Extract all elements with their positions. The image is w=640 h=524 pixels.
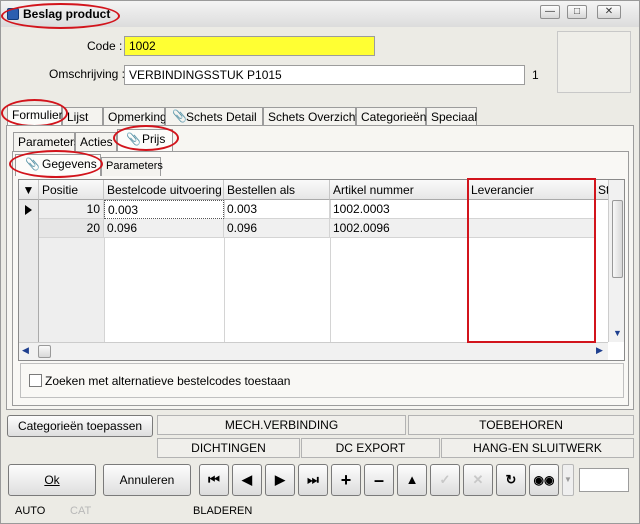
minimize-button[interactable]: — [540,5,560,19]
tab-speciaal[interactable]: Speciaal [426,107,477,126]
vertical-scrollbar[interactable]: ▼ [608,180,624,342]
tab-opmerking[interactable]: Opmerking [103,107,167,126]
col-bestelcode[interactable]: Bestelcode uitvoering [104,180,224,200]
code-label: Code : [87,39,123,53]
tab-parameters[interactable]: Parameters [13,132,80,151]
cell-artikel[interactable]: 1002.0003 [330,200,468,219]
h-scrollbar-thumb[interactable] [38,345,51,358]
status-mode: AUTO [15,505,46,517]
sort-arrow-icon[interactable]: ▼ [19,180,39,200]
binoculars-icon[interactable]: ◉◉ [529,464,559,496]
status-state: BLADEREN [193,505,253,517]
tab-prijs[interactable]: 📎 Prijs [117,129,173,151]
tab-inner-parameters[interactable]: Parameters [101,157,163,176]
paperclip-icon: 📎 [25,157,40,171]
ok-button[interactable]: Ok [8,464,96,496]
window: Beslag product — □ ✕ Code : 1002 Omschri… [0,0,640,524]
category-dc-export[interactable]: DC EXPORT [301,438,440,458]
refresh-icon[interactable]: ↻ [496,464,526,496]
prev-record-icon[interactable]: ◀ [232,464,262,496]
category-mech-verbinding[interactable]: MECH.VERBINDING [157,415,406,435]
tab-prijs-label: Prijs [142,132,166,146]
tab-schets-detail-label: Schets Detail [186,110,257,124]
cell-bestellen-als[interactable]: 0.096 [224,219,330,238]
tab-gegevens-label: Gegevens [42,157,97,171]
col-positie[interactable]: Positie [39,180,104,200]
window-title: Beslag product [23,7,111,21]
horizontal-scrollbar[interactable]: ◀ ▶ [19,342,608,360]
remove-icon[interactable]: – [364,464,394,496]
product-image [557,31,631,93]
tab-schets-detail[interactable]: 📎 Schets Detail [165,107,263,126]
next-record-icon[interactable]: ▶ [265,464,295,496]
description-counter: 1 [532,68,539,82]
last-record-icon[interactable]: ⏭ [298,464,328,496]
status-cat: CAT [70,505,92,517]
tab-schets-overzicht[interactable]: Schets Overzicht [263,107,359,126]
cell-positie[interactable]: 20 [39,219,104,238]
alt-codes-checkbox[interactable] [29,374,42,387]
cell-bestellen-als[interactable]: 0.003 [224,200,330,219]
tab-formulier[interactable]: Formulier [7,105,63,125]
dropdown-arrow-icon[interactable]: ▼ [562,464,574,496]
code-field[interactable]: 1002 [124,36,375,56]
first-record-icon[interactable]: ⏮ [199,464,229,496]
col-artikel[interactable]: Artikel nummer [330,180,468,200]
scrollbar-thumb[interactable] [612,200,623,278]
description-label: Omschrijving : [49,67,126,81]
cancel-edit-icon[interactable]: ✕ [463,464,493,496]
cell-artikel[interactable]: 1002.0096 [330,219,468,238]
checkbox-panel: Zoeken met alternatieve bestelcodes toes… [20,363,624,398]
row-indicator-column [19,200,39,342]
confirm-icon[interactable]: ✓ [430,464,460,496]
cell-bestelcode[interactable]: 0.003 [104,200,224,219]
col-bestellen-als[interactable]: Bestellen als [224,180,330,200]
category-dichtingen[interactable]: DICHTINGEN [157,438,300,458]
current-row-icon [25,205,32,215]
tab-lijst[interactable]: Lijst [62,107,103,126]
maximize-button[interactable]: □ [567,5,587,19]
alt-codes-label: Zoeken met alternatieve bestelcodes toes… [45,374,291,388]
tab-gegevens[interactable]: 📎 Gegevens [15,154,101,176]
cell-positie[interactable]: 10 [39,200,104,219]
category-hang-en-sluitwerk[interactable]: HANG-EN SLUITWERK [441,438,634,458]
description-field[interactable]: VERBINDINGSSTUK P1015 [124,65,525,85]
tab-categorieen[interactable]: Categorieën [356,107,426,126]
up-icon[interactable]: ▲ [397,464,427,496]
leverancier-highlight [467,178,596,343]
paperclip-icon: 📎 [172,109,187,123]
record-input[interactable] [579,468,629,492]
category-toebehoren[interactable]: TOEBEHOREN [408,415,634,435]
cancel-button[interactable]: Annuleren [103,464,191,496]
scroll-right-icon[interactable]: ▶ [596,345,603,356]
app-icon [7,8,19,20]
add-icon[interactable]: + [331,464,361,496]
scroll-down-icon[interactable]: ▼ [613,328,622,338]
title-bar: Beslag product — □ ✕ [1,1,639,27]
close-button[interactable]: ✕ [597,5,621,19]
tab-acties[interactable]: Acties [75,132,117,151]
paperclip-icon: 📎 [126,132,141,146]
scroll-left-icon[interactable]: ◀ [22,345,29,356]
cell-bestelcode[interactable]: 0.096 [104,219,224,238]
apply-categories-button[interactable]: Categorieën toepassen [7,415,153,437]
col-st[interactable]: St [595,180,609,200]
